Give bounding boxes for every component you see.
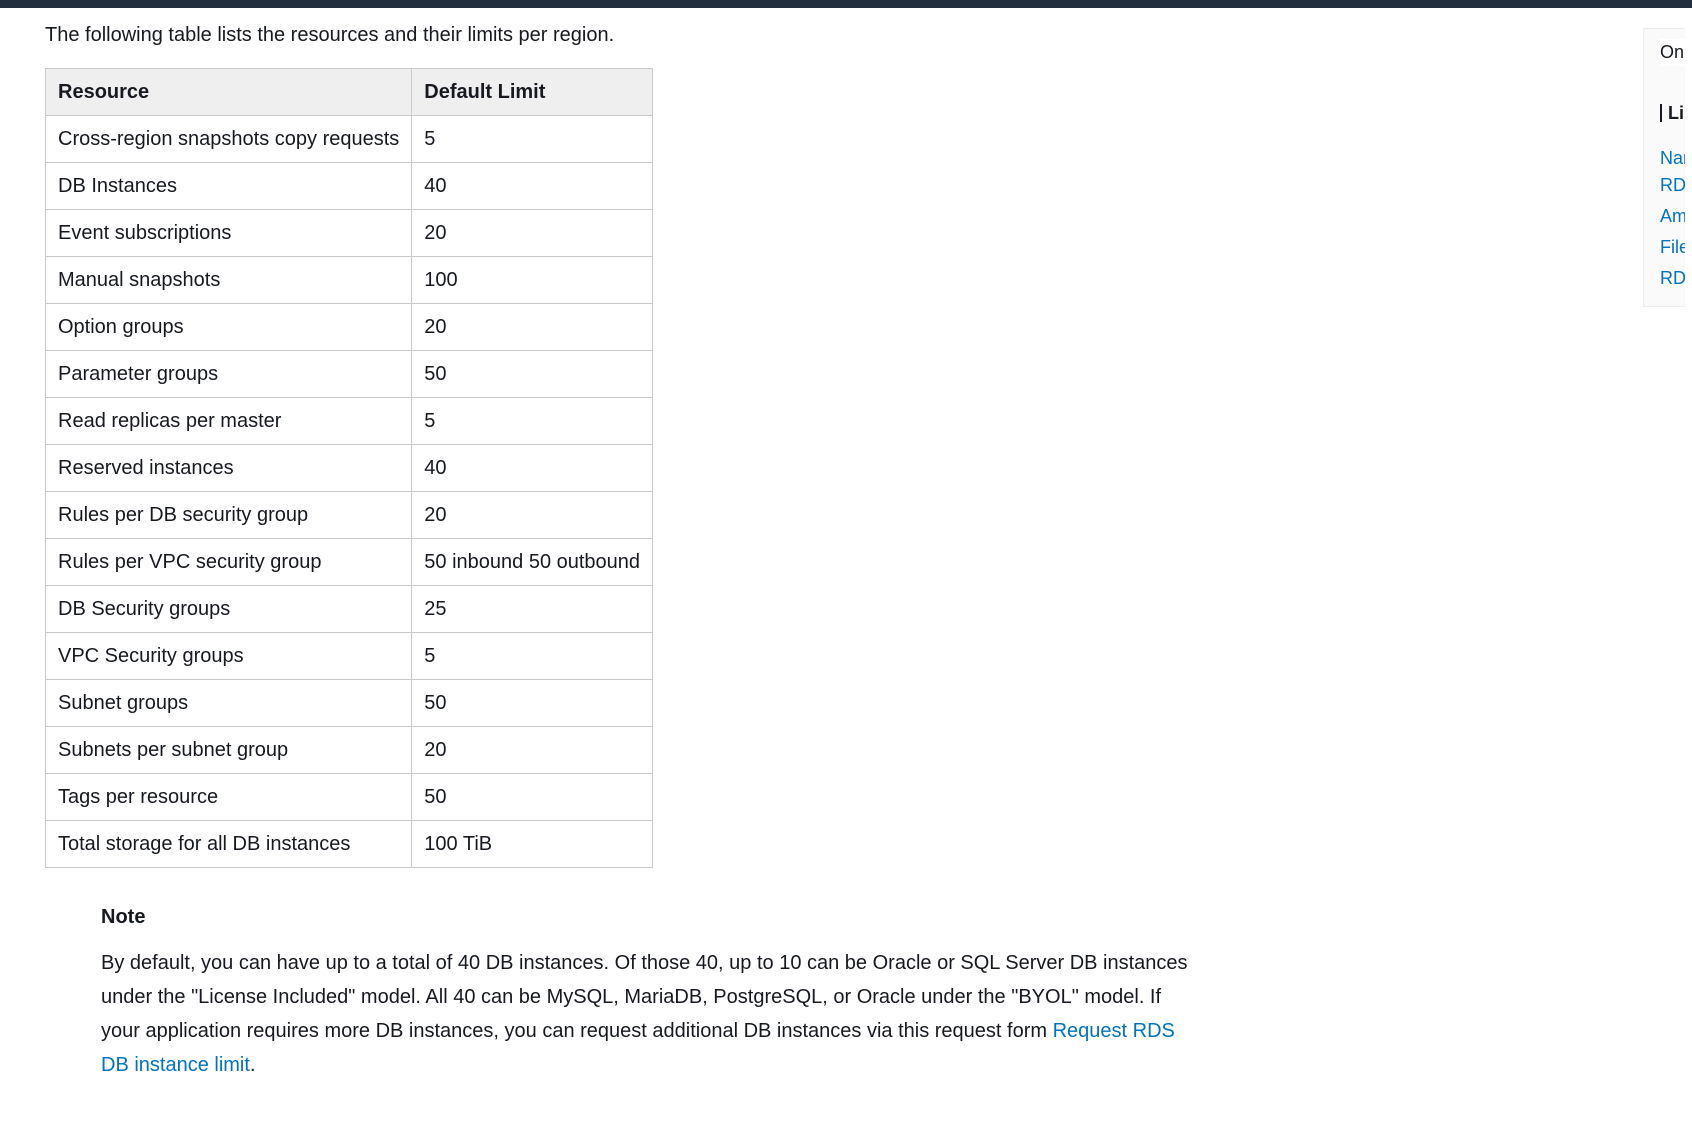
note-title: Note	[101, 902, 1201, 932]
window-topbar	[0, 0, 1692, 8]
table-row: Total storage for all DB instances100 Ti…	[46, 821, 653, 868]
note-text-suffix: .	[250, 1054, 256, 1076]
cell-resource: Read replicas per master	[46, 398, 412, 445]
note-text-prefix: By default, you can have up to a total o…	[101, 952, 1188, 1042]
doc-page: The following table lists the resources …	[0, 8, 1685, 1122]
table-row: Cross-region snapshots copy requests5	[46, 116, 653, 163]
cell-limit: 25	[412, 586, 653, 633]
table-row: VPC Security groups5	[46, 633, 653, 680]
table-row: Tags per resource50	[46, 774, 653, 821]
side-link-rds2[interactable]: RDS	[1660, 265, 1685, 292]
cell-resource: Reserved instances	[46, 445, 412, 492]
cell-limit: 50	[412, 774, 653, 821]
table-row: DB Security groups25	[46, 586, 653, 633]
cell-limit: 5	[412, 398, 653, 445]
cell-limit: 20	[412, 304, 653, 351]
side-link-naming[interactable]: Naming Constraints in Amazon RDS	[1660, 145, 1685, 199]
side-link-rds[interactable]: Amazon RDS	[1660, 203, 1685, 230]
note-container: Note By default, you can have up to a to…	[101, 902, 1201, 1082]
col-header-resource: Resource	[46, 69, 412, 116]
table-row: Rules per DB security group20	[46, 492, 653, 539]
cell-resource: Subnets per subnet group	[46, 727, 412, 774]
cell-resource: DB Security groups	[46, 586, 412, 633]
cell-limit: 20	[412, 210, 653, 257]
cell-resource: Rules per DB security group	[46, 492, 412, 539]
cell-resource: Total storage for all DB instances	[46, 821, 412, 868]
table-row: Parameter groups50	[46, 351, 653, 398]
cell-limit: 5	[412, 116, 653, 163]
table-row: Manual snapshots100	[46, 257, 653, 304]
table-row: DB Instances40	[46, 163, 653, 210]
cell-resource: Manual snapshots	[46, 257, 412, 304]
table-row: Read replicas per master5	[46, 398, 653, 445]
cell-resource: Subnet groups	[46, 680, 412, 727]
cell-limit: 50	[412, 680, 653, 727]
table-row: Rules per VPC security group50 inbound 5…	[46, 539, 653, 586]
cell-limit: 40	[412, 445, 653, 492]
cell-limit: 40	[412, 163, 653, 210]
table-header-row: Resource Default Limit	[46, 69, 653, 116]
table-row: Event subscriptions20	[46, 210, 653, 257]
on-this-page-panel: On this page: Limits in Amazon RDS Namin…	[1642, 28, 1685, 308]
side-current: Limits in Amazon RDS	[1668, 100, 1685, 127]
table-row: Reserved instances40	[46, 445, 653, 492]
cell-limit: 20	[412, 492, 653, 539]
cell-limit: 50	[412, 351, 653, 398]
table-row: Option groups20	[46, 304, 653, 351]
table-row: Subnets per subnet group20	[46, 727, 653, 774]
cell-limit: 100	[412, 257, 653, 304]
cell-resource: Option groups	[46, 304, 412, 351]
intro-text: The following table lists the resources …	[45, 20, 1685, 50]
cell-resource: DB Instances	[46, 163, 412, 210]
cell-limit: 20	[412, 727, 653, 774]
cell-resource: Event subscriptions	[46, 210, 412, 257]
cell-limit: 50 inbound 50 outbound	[412, 539, 653, 586]
cell-limit: 5	[412, 633, 653, 680]
side-separator-icon	[1660, 104, 1662, 122]
limits-table: Resource Default Limit Cross-region snap…	[45, 68, 653, 868]
cell-resource: VPC Security groups	[46, 633, 412, 680]
note-body: By default, you can have up to a total o…	[101, 946, 1201, 1082]
cell-resource: Rules per VPC security group	[46, 539, 412, 586]
cell-resource: Parameter groups	[46, 351, 412, 398]
table-row: Subnet groups50	[46, 680, 653, 727]
cell-resource: Tags per resource	[46, 774, 412, 821]
col-header-limit: Default Limit	[412, 69, 653, 116]
side-link-filesize[interactable]: File Size Limits in Amazon RDS	[1660, 234, 1685, 261]
side-heading: On this page:	[1660, 39, 1685, 66]
cell-limit: 100 TiB	[412, 821, 653, 868]
cell-resource: Cross-region snapshots copy requests	[46, 116, 412, 163]
